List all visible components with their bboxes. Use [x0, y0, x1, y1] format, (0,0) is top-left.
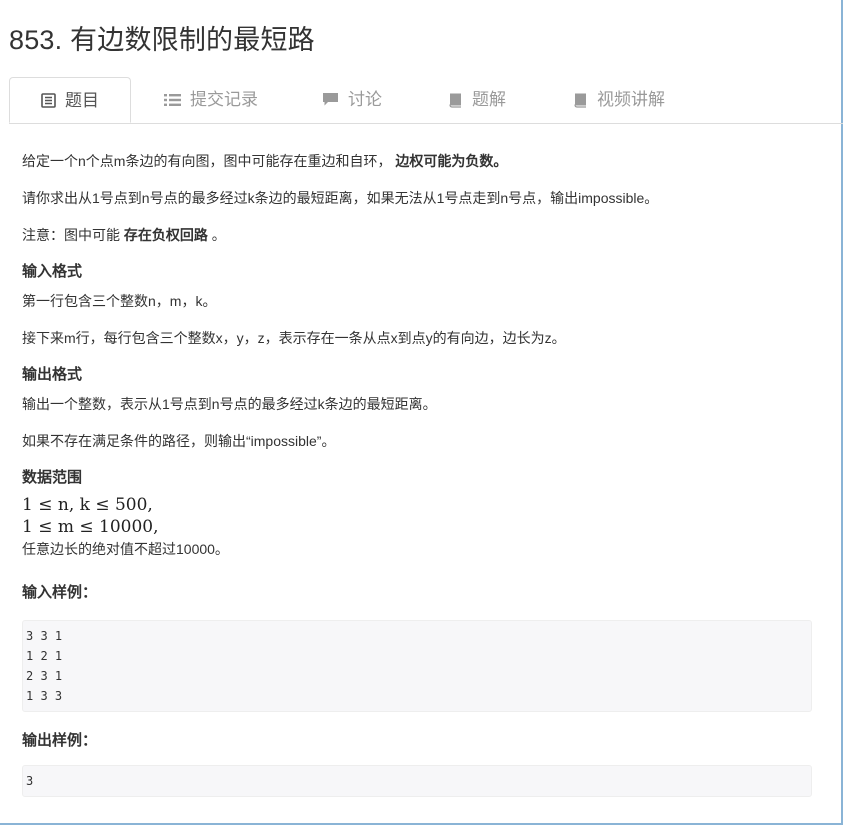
input-format-line: 第一行包含三个整数n，m，k。	[22, 293, 217, 309]
output-format-heading: 输出格式	[22, 366, 83, 383]
page-title: 853. 有边数限制的最短路	[9, 25, 315, 55]
list-icon	[164, 93, 181, 107]
tab-solutions[interactable]: 题解	[448, 77, 506, 122]
tab-label: 题解	[472, 90, 506, 109]
output-format-line: 如果不存在满足条件的路径，则输出“impossible”。	[22, 433, 336, 449]
tab-label: 讨论	[348, 90, 382, 109]
description-bold: 边权可能为负数。	[395, 153, 508, 169]
note-text: 注意：图中可能	[22, 227, 120, 243]
data-range-math: 1 ≤ m ≤ 10000,	[22, 517, 159, 537]
input-format-heading: 输入格式	[22, 263, 83, 280]
tab-bar: 题目 提交记录 讨论 题解 视频讲解	[9, 77, 843, 124]
book-icon	[448, 92, 463, 108]
tab-label: 题目	[65, 90, 99, 110]
data-range-math: 1 ≤ n, k ≤ 500,	[22, 495, 153, 515]
input-format-line: 接下来m行，每行包含三个整数x，y，z，表示存在一条从点x到点y的有向边，边长为…	[22, 330, 566, 346]
description-text: 给定一个n个点m条边的有向图，图中可能存在重边和自环，	[22, 153, 392, 169]
sample-output-heading: 输出样例：	[22, 732, 98, 749]
note-end: 。	[211, 227, 226, 243]
output-format-line: 输出一个整数，表示从1号点到n号点的最多经过k条边的最短距离。	[22, 396, 437, 412]
description-paragraph: 请你求出从1号点到n号点的最多经过k条边的最短距离，如果无法从1号点走到n号点，…	[22, 190, 659, 206]
tab-label: 提交记录	[190, 90, 258, 109]
sample-input-code: 3 3 1 1 2 1 2 3 1 1 3 3	[22, 620, 812, 712]
data-range-heading: 数据范围	[22, 469, 83, 486]
description-paragraph: 给定一个n个点m条边的有向图，图中可能存在重边和自环， 边权可能为负数。	[22, 150, 822, 172]
tab-submissions[interactable]: 提交记录	[164, 77, 258, 122]
description-note: 注意：图中可能 存在负权回路 。	[22, 224, 822, 246]
tab-discussion[interactable]: 讨论	[322, 77, 382, 122]
problem-content: 给定一个n个点m条边的有向图，图中可能存在重边和自环， 边权可能为负数。 请你求…	[22, 150, 822, 797]
sample-input-heading: 输入样例：	[22, 584, 98, 601]
note-bold: 存在负权回路	[123, 227, 208, 243]
document-icon	[41, 92, 56, 108]
data-range-line: 任意边长的绝对值不超过10000。	[22, 541, 229, 557]
tab-label: 视频讲解	[597, 90, 665, 109]
tab-video[interactable]: 视频讲解	[573, 77, 665, 122]
book-icon	[573, 92, 588, 108]
sample-output-code: 3	[22, 765, 812, 797]
comment-icon	[322, 92, 339, 107]
tab-problem[interactable]: 题目	[9, 77, 131, 123]
